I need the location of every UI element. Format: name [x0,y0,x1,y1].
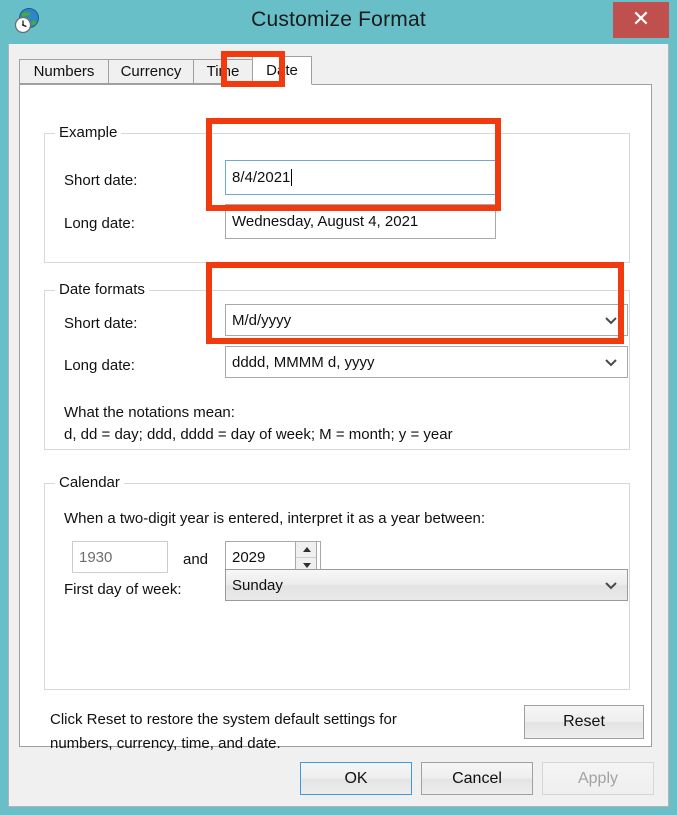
tab-time[interactable]: Time [193,59,253,84]
notations-line: d, dd = day; ddd, dddd = day of week; M … [64,426,453,443]
example-short-date-field[interactable]: 8/4/2021 [225,160,496,195]
tab-currency[interactable]: Currency [108,59,194,84]
chevron-down-icon [604,355,618,369]
format-short-date-label: Short date: [64,315,138,332]
long-date-format-value: dddd, MMMM d, yyyy [232,353,375,371]
reset-button[interactable]: Reset [524,705,644,739]
example-short-date-value: 8/4/2021 [232,169,291,186]
long-date-format-combo[interactable]: dddd, MMMM d, yyyy [225,346,628,378]
tab-numbers[interactable]: Numbers [19,59,109,84]
spinner-up-button[interactable] [296,542,316,558]
chevron-down-icon [604,578,618,592]
reset-description-line2: numbers, currency, time, and date. [50,735,281,752]
example-group-title: Example [55,124,122,141]
ok-button[interactable]: OK [300,762,412,795]
window-title: Customize Format [251,8,426,31]
example-group: Example [44,124,630,263]
text-caret [291,169,293,186]
example-long-date-field[interactable]: Wednesday, August 4, 2021 [225,204,496,239]
two-digit-year-text: When a two-digit year is entered, interp… [64,510,486,527]
short-date-format-value: M/d/yyyy [232,311,292,329]
first-day-of-week-label: First day of week: [64,581,182,598]
reset-description-line1: Click Reset to restore the system defaul… [50,711,397,728]
example-long-date-label: Long date: [64,215,135,232]
close-button[interactable]: ✕ [613,2,669,38]
customize-format-window: Customize Format ✕ Numbers Currency Time… [0,0,677,815]
calendar-group-title: Calendar [55,474,124,491]
title-bar[interactable]: Customize Format ✕ [0,0,677,44]
year-from-value: 1930 [79,548,113,566]
example-short-date-label: Short date: [64,172,138,189]
example-long-date-value: Wednesday, August 4, 2021 [232,213,419,230]
cancel-button[interactable]: Cancel [421,762,533,795]
year-to-value: 2029 [232,548,266,566]
year-from-field[interactable]: 1930 [72,541,168,573]
and-label: and [183,551,209,568]
date-formats-group-title: Date formats [55,281,149,298]
dialog-body: Numbers Currency Time Date Example Short… [8,44,669,807]
notations-heading: What the notations mean: [64,404,235,421]
tab-content-panel: Example Short date: 8/4/2021 Long date: … [19,84,652,752]
first-day-of-week-combo[interactable]: Sunday [225,569,628,601]
apply-button: Apply [542,762,654,795]
chevron-down-icon [604,313,618,327]
short-date-format-combo[interactable]: M/d/yyyy [225,304,628,336]
close-icon: ✕ [631,6,651,31]
format-long-date-label: Long date: [64,357,135,374]
tab-date[interactable]: Date [252,56,312,85]
first-day-of-week-value: Sunday [232,576,283,594]
